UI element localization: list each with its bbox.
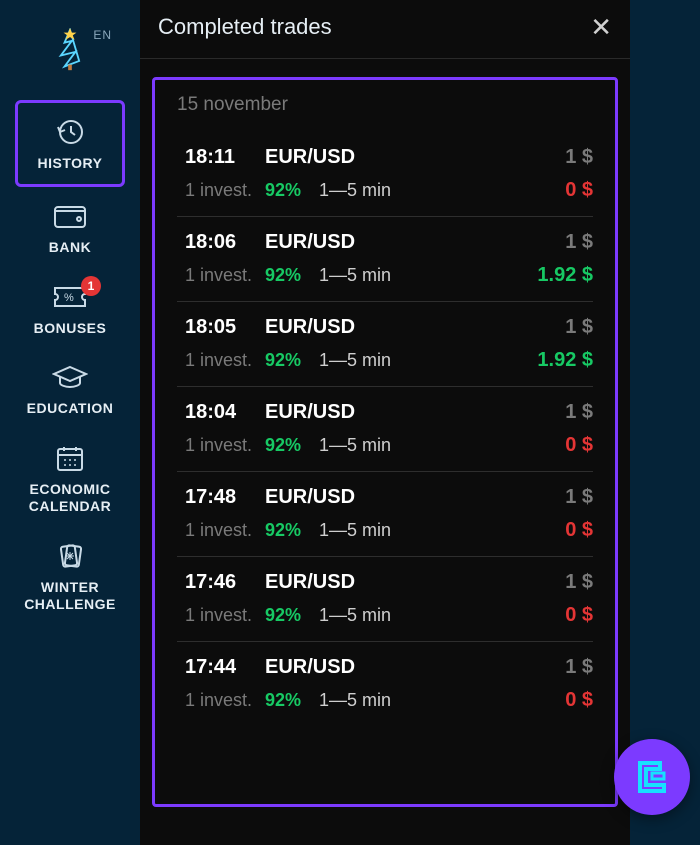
trade-row[interactable]: 18:05EUR/USD1 $ 1 invest.92% 1—5 min1.92 $ <box>177 302 593 387</box>
sidebar-item-bank[interactable]: BANK <box>15 187 125 268</box>
trade-result: 0 $ <box>565 179 593 202</box>
trade-amount: 1 $ <box>565 486 593 509</box>
wallet-icon <box>52 201 88 231</box>
trade-pair: EUR/USD <box>265 656 565 679</box>
trade-invest: 1 invest. <box>185 265 265 286</box>
trade-result: 0 $ <box>565 519 593 542</box>
history-icon <box>52 117 88 147</box>
trade-amount: 1 $ <box>565 401 593 424</box>
trade-invest: 1 invest. <box>185 435 265 456</box>
trade-duration: 1—5 min <box>319 350 537 371</box>
trade-pair: EUR/USD <box>265 146 565 169</box>
date-heading: 15 november <box>177 94 593 116</box>
trade-duration: 1—5 min <box>319 605 565 626</box>
trade-payout-pct: 92% <box>265 435 301 456</box>
sidebar: EN HISTORY BANK <box>0 0 140 845</box>
logo-area: EN <box>0 0 140 100</box>
trade-duration: 1—5 min <box>319 435 565 456</box>
panel-header: Completed trades ✕ <box>140 0 630 59</box>
calendar-icon <box>52 443 88 473</box>
cards-icon <box>52 541 88 571</box>
history-panel: Completed trades ✕ 15 november 18:11EUR/… <box>140 0 630 845</box>
sidebar-item-label: WINTER CHALLENGE <box>19 579 121 613</box>
trade-result: 1.92 $ <box>537 264 593 287</box>
sidebar-item-label: BANK <box>49 239 91 256</box>
trade-time: 17:44 <box>185 656 265 679</box>
trade-amount: 1 $ <box>565 146 593 169</box>
trade-invest: 1 invest. <box>185 350 265 371</box>
trade-amount: 1 $ <box>565 656 593 679</box>
trade-amount: 1 $ <box>565 231 593 254</box>
sidebar-item-label: ECONOMIC CALENDAR <box>19 481 121 515</box>
trade-time: 18:04 <box>185 401 265 424</box>
sidebar-item-history[interactable]: HISTORY <box>15 100 125 187</box>
trade-pair: EUR/USD <box>265 316 565 339</box>
trade-duration: 1—5 min <box>319 690 565 711</box>
trade-pair: EUR/USD <box>265 571 565 594</box>
sidebar-item-winter-challenge[interactable]: WINTER CHALLENGE <box>15 527 125 625</box>
trade-time: 18:05 <box>185 316 265 339</box>
bonuses-badge: 1 <box>81 276 101 296</box>
trade-pair: EUR/USD <box>265 401 565 424</box>
svg-text:%: % <box>64 292 74 304</box>
trade-duration: 1—5 min <box>319 520 565 541</box>
trade-payout-pct: 92% <box>265 605 301 626</box>
trade-invest: 1 invest. <box>185 520 265 541</box>
trade-duration: 1—5 min <box>319 265 537 286</box>
tree-logo-icon <box>51 28 89 72</box>
trades-list: 15 november 18:11EUR/USD1 $1 invest.92%1… <box>152 77 618 807</box>
trade-payout-pct: 92% <box>265 690 301 711</box>
trade-invest: 1 invest. <box>185 180 265 201</box>
sidebar-item-label: EDUCATION <box>27 400 114 417</box>
trade-pair: EUR/USD <box>265 486 565 509</box>
sidebar-item-education[interactable]: EDUCATION <box>15 348 125 429</box>
sidebar-item-label: HISTORY <box>38 155 103 172</box>
language-selector[interactable]: EN <box>93 28 112 42</box>
sidebar-item-bonuses[interactable]: 1 % BONUSES <box>15 268 125 349</box>
trade-time: 17:46 <box>185 571 265 594</box>
trade-result: 1.92 $ <box>537 349 593 372</box>
trade-payout-pct: 92% <box>265 520 301 541</box>
trade-amount: 1 $ <box>565 316 593 339</box>
trade-payout-pct: 92% <box>265 265 301 286</box>
trade-time: 17:48 <box>185 486 265 509</box>
sidebar-item-economic-calendar[interactable]: ECONOMIC CALENDAR <box>15 429 125 527</box>
trade-row[interactable]: 18:11EUR/USD1 $ 1 invest.92% 1—5 min0 $ <box>177 132 593 217</box>
trade-row[interactable]: 17:48EUR/USD1 $ 1 invest.92% 1—5 min0 $ <box>177 472 593 557</box>
panel-title: Completed trades <box>158 14 332 40</box>
close-icon[interactable]: ✕ <box>590 14 612 40</box>
graduation-cap-icon <box>52 362 88 392</box>
lc-logo-icon <box>630 755 674 799</box>
trade-payout-pct: 92% <box>265 180 301 201</box>
trade-result: 0 $ <box>565 689 593 712</box>
trade-result: 0 $ <box>565 604 593 627</box>
trade-row[interactable]: 17:46EUR/USD1 $ 1 invest.92% 1—5 min0 $ <box>177 557 593 642</box>
support-button[interactable] <box>614 739 690 815</box>
sidebar-item-label: BONUSES <box>34 320 107 337</box>
trade-time: 18:11 <box>185 146 265 169</box>
trade-result: 0 $ <box>565 434 593 457</box>
trade-invest: 1 invest. <box>185 605 265 626</box>
trade-amount: 1 $ <box>565 571 593 594</box>
trade-row[interactable]: 18:06EUR/USD1 $ 1 invest.92% 1—5 min1.92 $ <box>177 217 593 302</box>
trade-duration: 1—5 min <box>319 180 565 201</box>
trade-time: 18:06 <box>185 231 265 254</box>
trade-pair: EUR/USD <box>265 231 565 254</box>
trade-invest: 1 invest. <box>185 690 265 711</box>
trade-payout-pct: 92% <box>265 350 301 371</box>
trade-row[interactable]: 18:04EUR/USD1 $ 1 invest.92% 1—5 min0 $ <box>177 387 593 472</box>
trade-row[interactable]: 17:44EUR/USD1 $ 1 invest.92% 1—5 min0 $ <box>177 642 593 726</box>
